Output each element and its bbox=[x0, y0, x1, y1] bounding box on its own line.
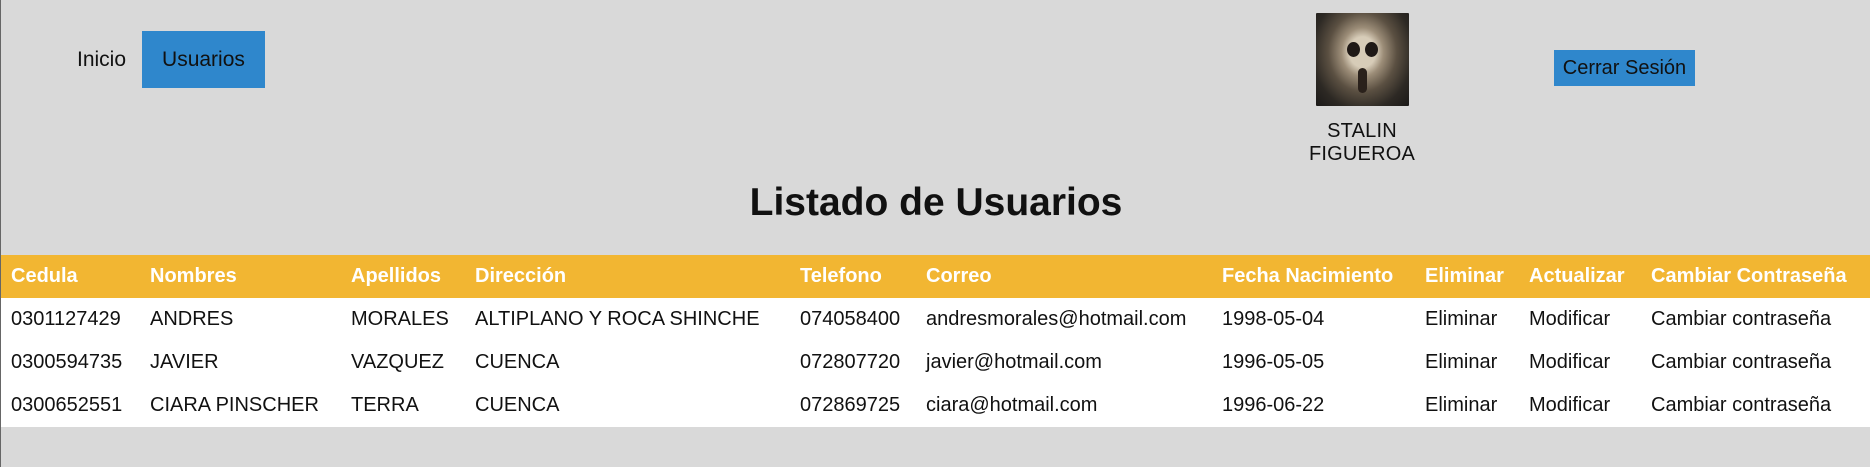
column-header-correo: Correo bbox=[926, 265, 992, 287]
column-header-nombres: Nombres bbox=[150, 265, 237, 287]
fecha-nacimiento-cell: 1996-05-05 bbox=[1212, 341, 1415, 384]
edit-user-link[interactable]: Modificar bbox=[1519, 298, 1641, 341]
apellidos-cell: MORALES bbox=[341, 298, 465, 341]
delete-user-link[interactable]: Eliminar bbox=[1415, 298, 1519, 341]
table-row: 0300594735 JAVIER VAZQUEZ CUENCA 0728077… bbox=[1, 341, 1870, 384]
table-header: Cedula Nombres Apellidos Dirección Telef… bbox=[1, 255, 1870, 298]
avatar-face-detail bbox=[1357, 68, 1367, 93]
correo-cell: andresmorales@hotmail.com bbox=[916, 298, 1212, 341]
cedula-cell: 0301127429 bbox=[1, 298, 140, 341]
telefono-cell: 074058400 bbox=[790, 298, 916, 341]
table-row: 0301127429 ANDRES MORALES ALTIPLANO Y RO… bbox=[1, 298, 1870, 341]
nombres-cell: JAVIER bbox=[140, 341, 341, 384]
page-title: Listado de Usuarios bbox=[749, 181, 1123, 224]
nombres-cell: CIARA PINSCHER bbox=[140, 384, 341, 427]
table-body: 0301127429 ANDRES MORALES ALTIPLANO Y RO… bbox=[1, 298, 1870, 427]
column-header-direccion: Dirección bbox=[475, 265, 567, 287]
column-header-telefono: Telefono bbox=[800, 265, 882, 287]
apellidos-cell: TERRA bbox=[341, 384, 465, 427]
delete-user-link[interactable]: Eliminar bbox=[1415, 384, 1519, 427]
cedula-cell: 0300594735 bbox=[1, 341, 140, 384]
telefono-cell: 072869725 bbox=[790, 384, 916, 427]
column-header-apellidos: Apellidos bbox=[351, 265, 442, 287]
username-label: STALIN FIGUEROA bbox=[1308, 120, 1416, 165]
column-header-eliminar: Eliminar bbox=[1425, 265, 1504, 287]
correo-cell: javier@hotmail.com bbox=[916, 341, 1212, 384]
main-nav: Inicio Usuarios bbox=[61, 31, 265, 88]
logout-button[interactable]: Cerrar Sesión bbox=[1554, 50, 1695, 86]
change-password-link[interactable]: Cambiar contraseña bbox=[1641, 384, 1870, 427]
nombres-cell: ANDRES bbox=[140, 298, 341, 341]
edit-user-link[interactable]: Modificar bbox=[1519, 341, 1641, 384]
column-header-actualizar: Actualizar bbox=[1529, 265, 1625, 287]
fecha-nacimiento-cell: 1996-06-22 bbox=[1212, 384, 1415, 427]
column-header-fecha-nacimiento: Fecha Nacimiento bbox=[1222, 265, 1394, 287]
table-header-row: Cedula Nombres Apellidos Dirección Telef… bbox=[1, 255, 1870, 298]
delete-user-link[interactable]: Eliminar bbox=[1415, 341, 1519, 384]
telefono-cell: 072807720 bbox=[790, 341, 916, 384]
apellidos-cell: VAZQUEZ bbox=[341, 341, 465, 384]
nav-usuarios-link[interactable]: Usuarios bbox=[142, 31, 265, 88]
column-header-cambiar-contrasena: Cambiar Contraseña bbox=[1651, 265, 1847, 287]
column-header-cedula: Cedula bbox=[11, 265, 78, 287]
change-password-link[interactable]: Cambiar contraseña bbox=[1641, 341, 1870, 384]
table-row: 0300652551 CIARA PINSCHER TERRA CUENCA 0… bbox=[1, 384, 1870, 427]
user-avatar bbox=[1315, 13, 1409, 106]
user-profile: STALIN FIGUEROA bbox=[1274, 13, 1450, 166]
direccion-cell: CUENCA bbox=[465, 384, 790, 427]
fecha-nacimiento-cell: 1998-05-04 bbox=[1212, 298, 1415, 341]
change-password-link[interactable]: Cambiar contraseña bbox=[1641, 298, 1870, 341]
cedula-cell: 0300652551 bbox=[1, 384, 140, 427]
direccion-cell: CUENCA bbox=[465, 341, 790, 384]
users-table: Cedula Nombres Apellidos Dirección Telef… bbox=[1, 255, 1870, 427]
correo-cell: ciara@hotmail.com bbox=[916, 384, 1212, 427]
edit-user-link[interactable]: Modificar bbox=[1519, 384, 1641, 427]
direccion-cell: ALTIPLANO Y ROCA SHINCHE bbox=[465, 298, 790, 341]
nav-inicio-link[interactable]: Inicio bbox=[61, 31, 142, 88]
